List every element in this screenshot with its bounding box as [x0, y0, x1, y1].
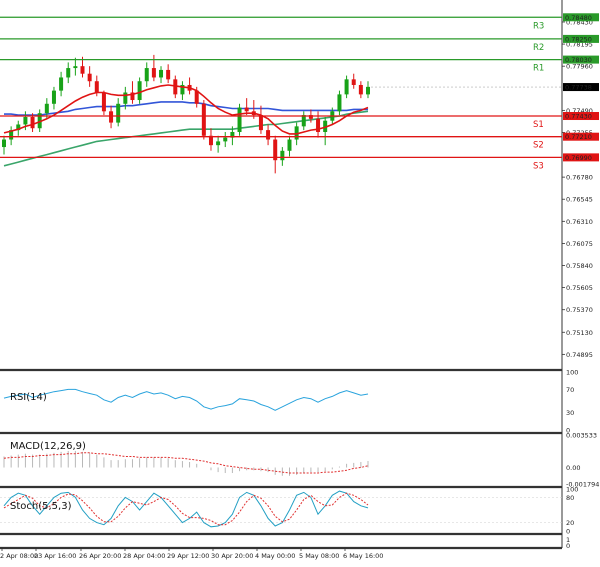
- candle-body: [59, 77, 64, 91]
- panel-tick-label: 0.003533: [566, 432, 597, 440]
- candle-body: [80, 66, 85, 74]
- panel-title: RSI(14): [10, 392, 47, 403]
- price-tick-label: 0.75130: [566, 329, 593, 337]
- candle-body: [166, 69, 171, 80]
- candle-body: [44, 103, 49, 114]
- candle-body: [23, 116, 28, 125]
- level-price-label: 0.77430: [565, 113, 592, 121]
- price-tick-label: 0.75370: [566, 306, 593, 314]
- candle-body: [73, 66, 78, 69]
- panel-title: MACD(12,26,9): [10, 441, 86, 452]
- panel-tick-label: 20: [566, 519, 574, 527]
- price-tick-label: 0.75605: [566, 284, 593, 292]
- price-tick-label: 0.76545: [566, 196, 593, 204]
- candle-body: [216, 141, 221, 146]
- time-tick-label: 30 Apr 20:00: [211, 552, 253, 560]
- candle-body: [301, 115, 306, 127]
- candle-body: [137, 81, 142, 101]
- candle-body: [87, 73, 92, 82]
- candle-body: [258, 115, 263, 131]
- level-name-r1: R1: [533, 64, 544, 74]
- level-price-label: 0.78480: [565, 14, 592, 22]
- candle-body: [2, 139, 6, 148]
- candle-body: [244, 107, 249, 112]
- candle-body: [159, 69, 164, 78]
- panel-tick-label: 0.00: [566, 464, 580, 472]
- level-price-label: 0.78250: [565, 35, 592, 43]
- candle-body: [366, 86, 370, 95]
- panel-tick-label: 80: [566, 494, 574, 502]
- candle-body: [237, 107, 242, 132]
- candle-body: [151, 68, 156, 78]
- candle-body: [101, 92, 106, 112]
- panel-tick-label: 0: [566, 528, 570, 536]
- candle-body: [280, 150, 285, 161]
- level-name-s2: S2: [533, 141, 544, 151]
- candle-body: [123, 92, 128, 104]
- candle-body: [351, 79, 356, 85]
- time-tick-label: 23 Apr 16:00: [34, 552, 76, 560]
- candle-body: [344, 79, 349, 95]
- panel-tick-label: 70: [566, 386, 574, 394]
- time-tick-label: 28 Apr 04:00: [123, 552, 165, 560]
- candle-body: [223, 137, 228, 142]
- level-price-label: 0.78030: [565, 56, 592, 64]
- bottom-axis-label: 0: [566, 542, 570, 550]
- price-tick-label: 0.76780: [566, 174, 593, 182]
- panel-tick-label: 100: [566, 369, 578, 377]
- current-price-label: 0.77738: [565, 84, 592, 92]
- price-tick-label: 0.75840: [566, 262, 593, 270]
- level-name-r2: R2: [533, 43, 544, 53]
- candle-body: [116, 103, 121, 123]
- candle-body: [51, 90, 56, 104]
- level-name-s3: S3: [533, 161, 544, 171]
- candle-body: [201, 103, 206, 136]
- level-price-label: 0.76990: [565, 154, 592, 162]
- panel-tick-label: 100: [566, 486, 578, 494]
- forex-chart: 0.784300.781950.779600.774900.772550.767…: [0, 0, 600, 567]
- candle-body: [337, 94, 342, 112]
- level-name-r3: R3: [533, 21, 544, 31]
- candle-body: [94, 81, 99, 93]
- panel-title: Stoch(5,5,3): [10, 501, 72, 512]
- candle-body: [30, 116, 35, 129]
- candle-body: [266, 130, 271, 140]
- panel-tick-label: 30: [566, 409, 574, 417]
- candle-body: [287, 139, 292, 151]
- candle-body: [144, 68, 149, 82]
- price-tick-label: 0.76075: [566, 240, 593, 248]
- price-tick-label: 0.76310: [566, 218, 593, 226]
- candle-body: [66, 68, 71, 78]
- time-tick-label: 2 Apr 08:00: [0, 552, 38, 560]
- level-name-s1: S1: [533, 120, 544, 130]
- time-tick-label: 4 May 00:00: [255, 552, 295, 560]
- price-tick-label: 0.74895: [566, 351, 593, 359]
- level-price-label: 0.77210: [565, 133, 592, 141]
- candle-body: [109, 111, 114, 123]
- time-tick-label: 6 May 16:00: [343, 552, 383, 560]
- candle-body: [358, 84, 363, 95]
- time-tick-label: 26 Apr 20:00: [79, 552, 121, 560]
- time-tick-label: 29 Apr 12:00: [167, 552, 209, 560]
- time-tick-label: 5 May 08:00: [299, 552, 339, 560]
